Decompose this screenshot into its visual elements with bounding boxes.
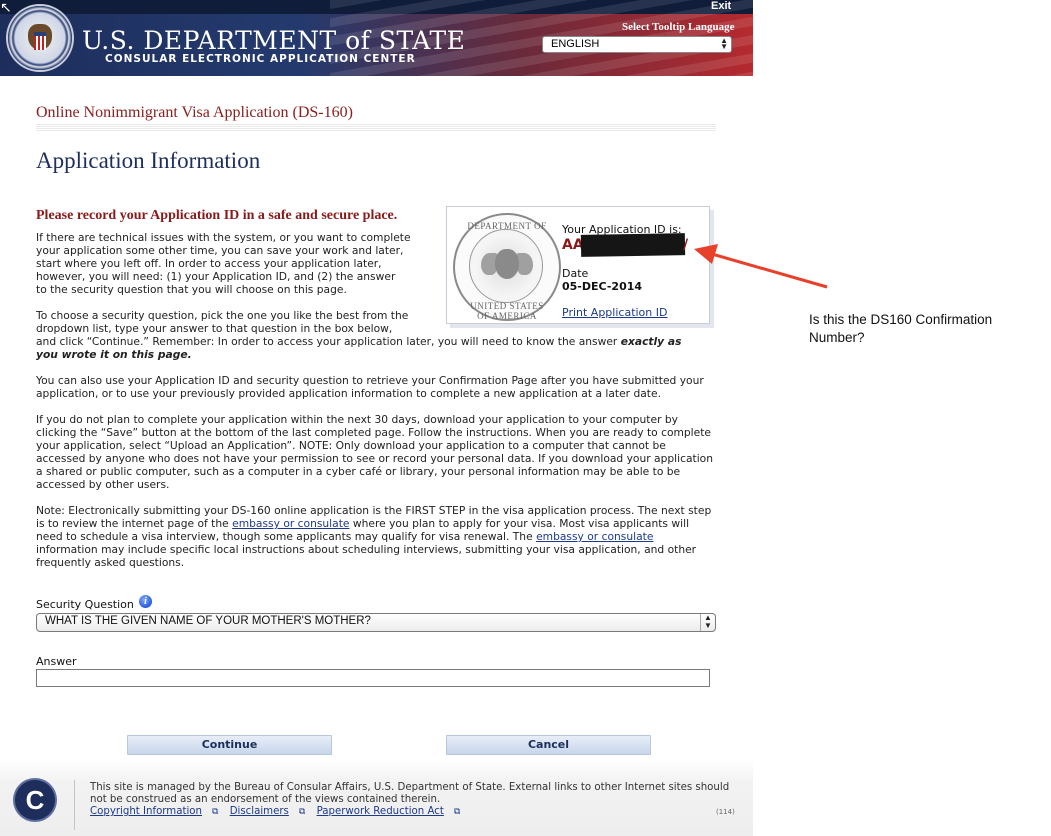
department-seal-icon [8,6,72,70]
security-question-label: Security Question [36,598,134,611]
tooltip-language-select[interactable]: ENGLISH ▲ ▼ [542,36,732,53]
embassy-consulate-link[interactable]: embassy or consulate [536,530,653,543]
instructions-line: dropdown list, type your answer to that … [36,322,393,335]
header-banner: U.S. DEPARTMENT of STATE CONSULAR ELECTR… [0,0,753,76]
arrow-head [694,244,718,264]
download-paragraph: If you do not plan to complete your appl… [36,413,713,491]
security-question-value: WHAT IS THE GIVEN NAME OF YOUR MOTHER'S … [45,615,371,627]
intro-line: however, you will need: (1) your Applica… [36,270,396,283]
intro-line: If there are technical issues with the s… [36,231,411,244]
footer-disclaimer: This site is managed by the Bureau of Co… [90,782,730,805]
shield-icon [34,32,46,50]
select-arrows-icon: ▲ ▼ [700,614,715,631]
eagle-icon [495,249,519,279]
intro-paragraph: If there are technical issues with the s… [36,231,436,296]
intro-line: start where you left off. In order to ac… [36,257,382,270]
annotation-arrow-icon [694,244,828,289]
answer-label: Answer [36,655,77,668]
form-title: Online Nonimmigrant Visa Application (DS… [36,104,353,121]
arrow-shaft [711,252,828,289]
answer-input[interactable] [36,669,710,687]
redaction-bar [580,233,686,257]
emphasis-text: exactly as [620,335,682,348]
footer-links: Copyright Information ⧉ Disclaimers ⧉ Pape… [90,806,460,817]
paperwork-reduction-link[interactable]: Paperwork Reduction Act [317,806,444,817]
continue-button[interactable]: Continue [127,735,332,755]
seal-text-bottom: UNITED STATES OF AMERICA [470,301,544,321]
exit-link[interactable]: Exit [711,0,731,12]
print-application-id-link[interactable]: Print Application ID [562,306,667,319]
note-paragraph: Note: Electronically submitting your DS-… [36,504,718,569]
external-link-icon: ⧉ [212,807,219,817]
select-arrows-icon: ▲ ▼ [720,36,728,51]
retrieve-paragraph: You can also use your Application ID and… [36,374,704,400]
date-label: Date [562,267,589,280]
intro-line: your application some other time, you ca… [36,244,404,257]
application-id-box: DEPARTMENT OF STATE UNITED STATES OF AME… [446,206,710,324]
intro-line: to the security question that you will c… [36,283,347,296]
record-id-heading: Please record your Application ID in a s… [36,208,398,223]
instructions-line: and click “Continue.” Remember: In order… [36,335,618,348]
date-value: 05-DEC-2014 [562,280,643,293]
department-subtitle: CONSULAR ELECTRONIC APPLICATION CENTER [105,53,416,65]
eagle-wing-icon [517,253,533,275]
instructions-line: To choose a security question, pick the … [36,309,409,322]
application-id-tail: / [683,237,689,253]
disclaimers-link[interactable]: Disclaimers [230,806,289,817]
mouse-cursor-icon: ↖ [0,0,12,16]
annotation-text: Is this the DS160 Confirmation Number? [809,312,993,345]
emphasis-text: you wrote it on this page. [36,348,192,361]
external-link-icon: ⧉ [453,807,461,817]
tooltip-language-label: Select Tooltip Language [622,21,735,33]
security-question-select[interactable]: WHAT IS THE GIVEN NAME OF YOUR MOTHER'S … [36,613,716,632]
copyright-link[interactable]: Copyright Information [90,806,202,817]
page-heading: Application Information [36,148,261,173]
footer-divider [74,780,75,830]
department-title: U.S. DEPARTMENT of STATE [82,26,466,55]
footer: C This site is managed by the Bureau of … [0,760,753,836]
department-seal-icon: DEPARTMENT OF STATE UNITED STATES OF AME… [453,213,561,321]
info-icon[interactable]: i [139,595,152,608]
consular-affairs-logo-icon: C [15,780,55,820]
title-divider [36,124,716,132]
tooltip-language-value: ENGLISH [551,38,600,50]
footer-code: (114) [716,808,735,816]
cancel-button[interactable]: Cancel [446,735,651,755]
embassy-consulate-link[interactable]: embassy or consulate [232,517,349,530]
note-text: information may include specific local i… [36,543,697,569]
external-link-icon: ⧉ [298,807,306,817]
